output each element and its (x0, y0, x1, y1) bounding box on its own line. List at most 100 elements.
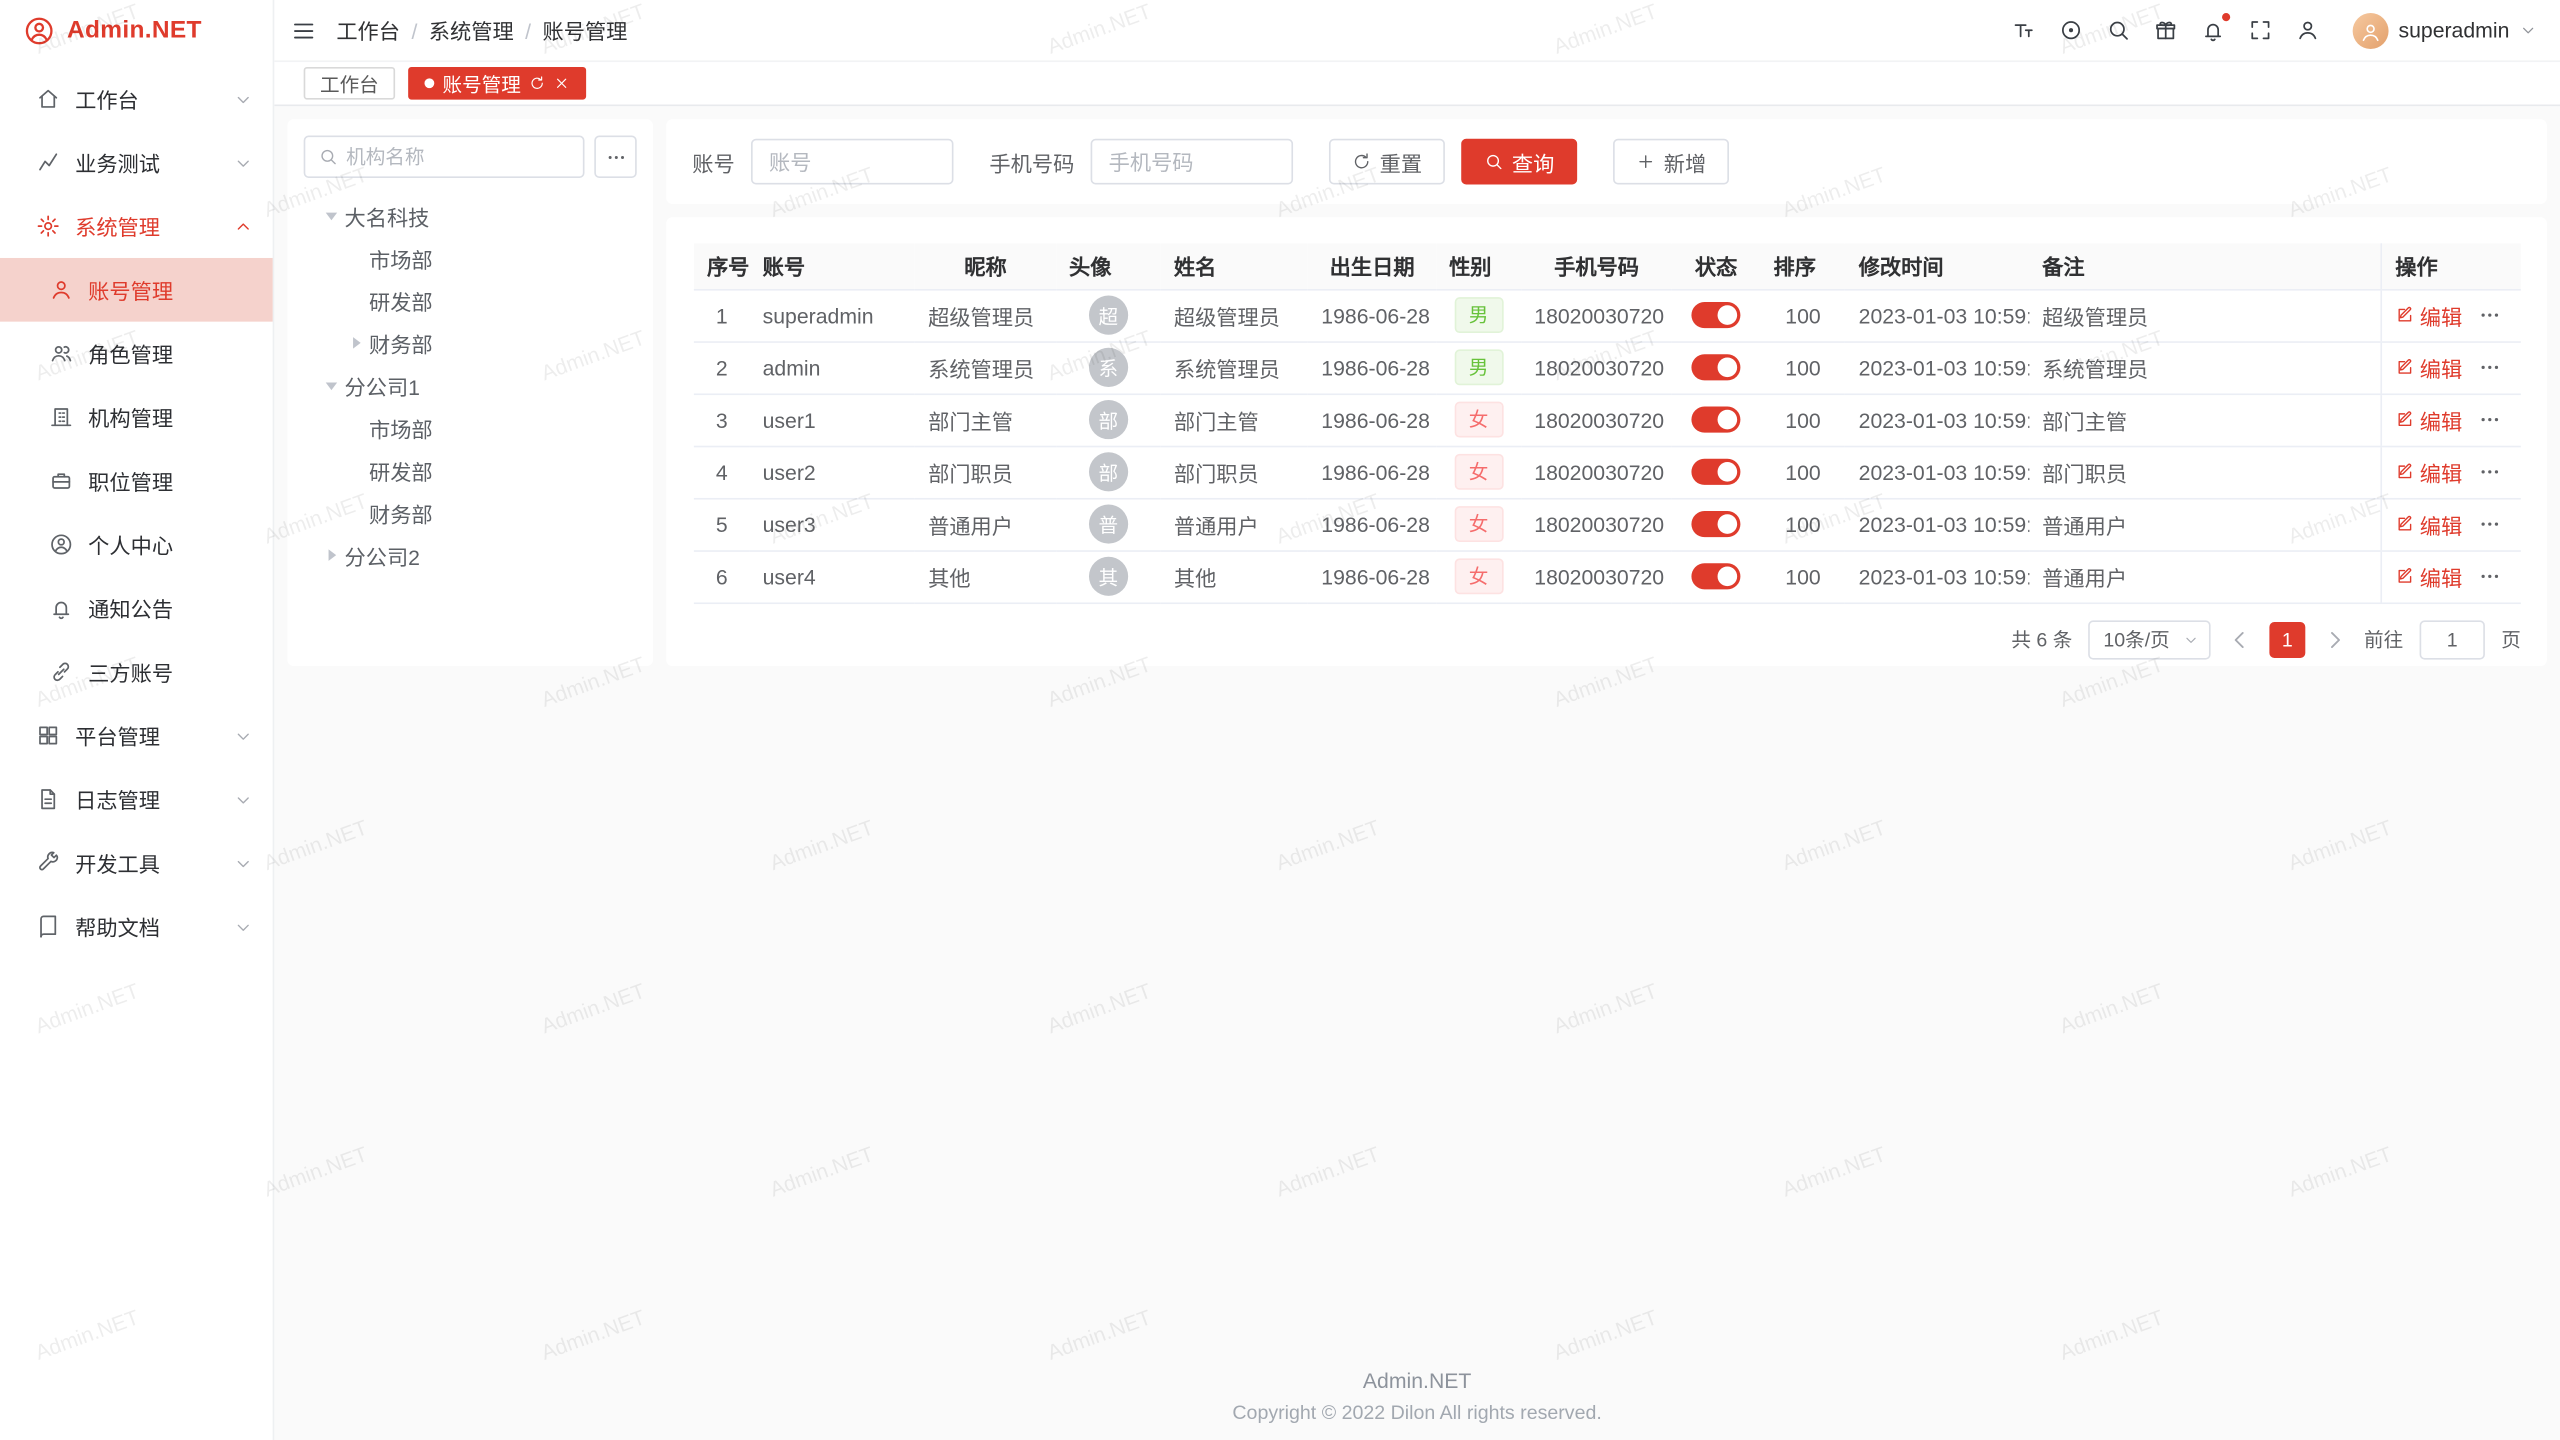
avatar[interactable] (2353, 12, 2389, 48)
gift-theme-icon[interactable] (2154, 18, 2178, 42)
cell-status (1672, 289, 1760, 341)
username[interactable]: superadmin (2398, 18, 2509, 42)
plus-icon (1636, 152, 1656, 172)
sidebar-item-role-management[interactable]: 角色管理 (0, 322, 273, 386)
gear-icon (36, 214, 60, 238)
sidebar-item-third-party-account[interactable]: 三方账号 (0, 640, 273, 704)
edit-button-label: 编辑 (2420, 300, 2462, 331)
document-icon (36, 787, 60, 811)
phone-filter-label: 手机号码 (989, 146, 1074, 177)
status-toggle[interactable] (1692, 303, 1741, 329)
breadcrumb-item[interactable]: 工作台 (336, 15, 400, 46)
tree-node[interactable]: 财务部 (304, 491, 637, 533)
tree-caret-icon[interactable] (344, 331, 367, 354)
account-filter-input[interactable] (751, 139, 953, 185)
top-header: 工作台 系统管理 账号管理 (274, 0, 2560, 60)
user-icon[interactable] (2296, 18, 2320, 42)
prev-page-icon[interactable] (2227, 626, 2253, 652)
phone-filter-input[interactable] (1091, 139, 1293, 185)
edit-button[interactable]: 编辑 (2395, 456, 2462, 487)
row-more-icon[interactable] (2479, 304, 2502, 327)
fullscreen-icon[interactable] (2248, 18, 2272, 42)
hamburger-menu-icon[interactable] (291, 17, 317, 43)
status-toggle[interactable] (1692, 407, 1741, 433)
breadcrumb-item[interactable]: 系统管理 (400, 15, 514, 46)
cell-modified-time: 2023-01-03 10:59:44 (1846, 498, 2029, 550)
search-icon (1484, 152, 1504, 172)
tree-node[interactable]: 研发部 (304, 279, 637, 321)
notification-bell-icon[interactable] (2201, 18, 2225, 42)
tab-close-icon[interactable] (554, 75, 570, 91)
sidebar-item-account-management[interactable]: 账号管理 (0, 258, 273, 322)
edit-button[interactable]: 编辑 (2395, 561, 2462, 592)
status-toggle[interactable] (1692, 459, 1741, 485)
tab-workbench[interactable]: 工作台 (304, 67, 395, 100)
search-icon[interactable] (2106, 18, 2130, 42)
user-chevron-down-icon[interactable] (2519, 21, 2537, 39)
page-number-current[interactable]: 1 (2269, 621, 2305, 657)
reset-button[interactable]: 重置 (1329, 139, 1445, 185)
add-button[interactable]: 新增 (1613, 139, 1729, 185)
cell-phone: 18020030720 (1521, 550, 1672, 602)
chevron-icon (233, 917, 253, 937)
user-menu[interactable]: superadmin (2353, 12, 2537, 48)
tree-caret-icon[interactable] (320, 544, 343, 567)
tree-caret-icon[interactable] (320, 204, 343, 227)
tree-node[interactable]: 市场部 (304, 407, 637, 449)
column-header: 状态 (1672, 243, 1760, 289)
edit-button[interactable]: 编辑 (2395, 509, 2462, 540)
row-more-icon[interactable] (2479, 513, 2502, 536)
tree-node[interactable]: 市场部 (304, 237, 637, 279)
cell-nickname: 部门职员 (915, 446, 1056, 498)
sidebar-item-org-management[interactable]: 机构管理 (0, 385, 273, 449)
sidebar-item-personal-center[interactable]: 个人中心 (0, 513, 273, 577)
tree-node[interactable]: 大名科技 (304, 194, 637, 236)
target-icon[interactable] (2059, 18, 2083, 42)
tab-account-management[interactable]: 账号管理 (408, 67, 586, 100)
row-more-icon[interactable] (2479, 356, 2502, 379)
tree-caret-icon[interactable] (320, 374, 343, 397)
sidebar-item-label: 日志管理 (75, 784, 233, 815)
sidebar-item-platform-management[interactable]: 平台管理 (0, 704, 273, 768)
sidebar-item-business-test[interactable]: 业务测试 (0, 131, 273, 195)
table-row: 1 superadmin 超级管理员 超 超级管理员 1986-06-28 (694, 289, 2521, 341)
org-more-button[interactable] (594, 136, 636, 178)
status-toggle[interactable] (1692, 564, 1741, 590)
app-logo[interactable]: Admin.NET (0, 0, 273, 60)
sidebar-menu: 工作台 业务测试 系统管理 账号管理 (0, 60, 273, 958)
sidebar: Admin.NET 工作台 业务测试 系统管理 (0, 0, 274, 1440)
sidebar-item-dev-tools[interactable]: 开发工具 (0, 831, 273, 895)
edit-button[interactable]: 编辑 (2395, 352, 2462, 383)
tree-node[interactable]: 分公司1 (304, 364, 637, 406)
sidebar-item-system-management[interactable]: 系统管理 (0, 194, 273, 258)
row-more-icon[interactable] (2479, 408, 2502, 431)
edit-button[interactable]: 编辑 (2395, 404, 2462, 435)
status-toggle[interactable] (1692, 355, 1741, 381)
edit-button[interactable]: 编辑 (2395, 300, 2462, 331)
sidebar-item-log-management[interactable]: 日志管理 (0, 767, 273, 831)
avatar: 部 (1089, 400, 1128, 439)
status-toggle[interactable] (1692, 511, 1741, 537)
sidebar-item-help-docs[interactable]: 帮助文档 (0, 895, 273, 959)
cell-actions: 编辑 (2381, 446, 2520, 498)
page-size-select[interactable]: 10条/页 (2089, 620, 2211, 659)
breadcrumb-item[interactable]: 账号管理 (514, 15, 628, 46)
goto-page-input[interactable] (2420, 620, 2485, 659)
tab-refresh-icon[interactable] (529, 75, 545, 91)
org-search-box[interactable] (304, 136, 585, 178)
tree-node[interactable]: 分公司2 (304, 534, 637, 576)
query-button[interactable]: 查询 (1461, 139, 1577, 185)
font-size-icon[interactable] (2012, 18, 2036, 42)
cell-name: 普通用户 (1161, 498, 1308, 550)
chevron-icon (233, 853, 253, 873)
next-page-icon[interactable] (2322, 626, 2348, 652)
sidebar-item-position-management[interactable]: 职位管理 (0, 449, 273, 513)
tree-node[interactable]: 研发部 (304, 449, 637, 491)
tree-node[interactable]: 财务部 (304, 322, 637, 364)
org-search-input[interactable] (346, 145, 570, 168)
sidebar-item-notice[interactable]: 通知公告 (0, 576, 273, 640)
sidebar-item-workbench[interactable]: 工作台 (0, 67, 273, 131)
row-more-icon[interactable] (2479, 565, 2502, 588)
cell-name: 系统管理员 (1161, 341, 1308, 393)
row-more-icon[interactable] (2479, 460, 2502, 483)
